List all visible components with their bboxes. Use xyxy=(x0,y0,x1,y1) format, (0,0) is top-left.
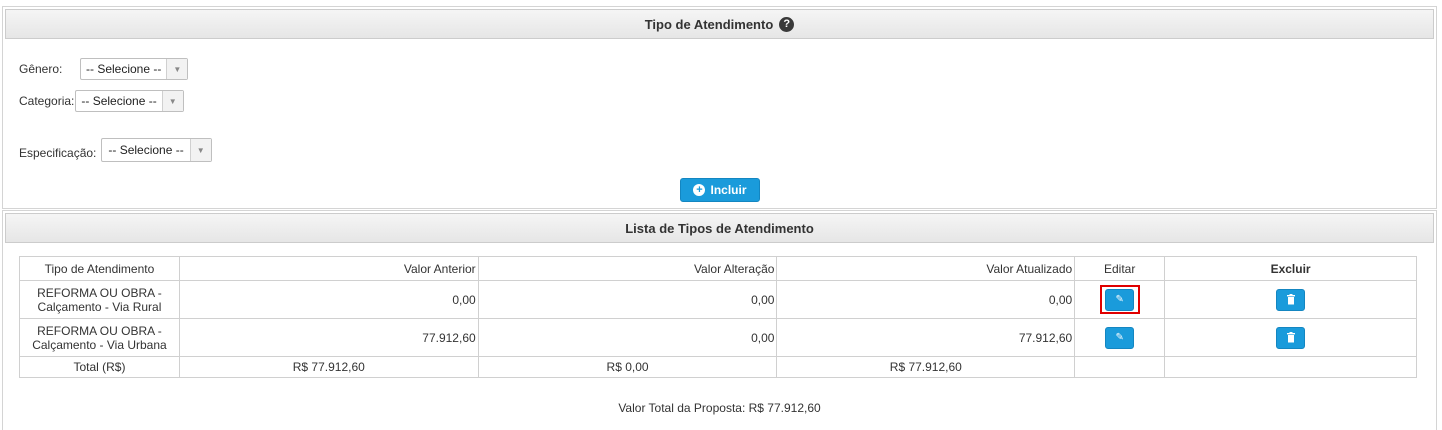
total-editar-empty xyxy=(1074,356,1166,378)
valor-anterior-cell: 77.912,60 xyxy=(178,318,479,357)
categoria-row: Categoria: -- Selecione -- ▼ xyxy=(19,90,184,112)
genero-row: Gênero: -- Selecione -- ▼ xyxy=(19,58,189,80)
genero-label: Gênero: xyxy=(19,62,63,76)
total-alteracao: R$ 0,00 xyxy=(477,356,778,378)
table-row: REFORMA OU OBRA - Calçamento - Via Rural… xyxy=(19,280,1417,319)
incluir-label: Incluir xyxy=(710,183,747,197)
pencil-icon: ✎ xyxy=(1115,332,1124,343)
col-header-excluir: Excluir xyxy=(1164,256,1417,281)
valor-total-proposta: Valor Total da Proposta: R$ 77.912,60 xyxy=(618,401,821,415)
especificacao-label: Especificação: xyxy=(19,145,97,160)
especificacao-row: Especificação: -- Selecione -- ▼ xyxy=(19,138,212,162)
col-header-valor-alteracao: Valor Alteração xyxy=(477,256,778,281)
categoria-select-value: -- Selecione -- xyxy=(76,91,163,111)
tipo-cell: REFORMA OU OBRA - Calçamento - Via Rural xyxy=(19,280,180,319)
valor-anterior-cell: 0,00 xyxy=(178,280,479,319)
excluir-cell xyxy=(1164,280,1417,319)
total-excluir-empty xyxy=(1164,356,1417,378)
chevron-down-icon: ▼ xyxy=(190,139,211,161)
genero-select-value: -- Selecione -- xyxy=(81,59,168,79)
total-label: Total (R$) xyxy=(19,356,180,378)
lista-tipos-header: Lista de Tipos de Atendimento xyxy=(5,213,1434,243)
editar-cell: ✎ xyxy=(1074,280,1166,319)
table-header-row: Tipo de Atendimento Valor Anterior Valor… xyxy=(19,256,1417,281)
trash-icon xyxy=(1286,294,1295,305)
valor-atualizado-cell: 77.912,60 xyxy=(776,318,1076,357)
tipo-atendimento-panel: Tipo de Atendimento ? Gênero: -- Selecio… xyxy=(2,6,1437,209)
lista-tipos-title: Lista de Tipos de Atendimento xyxy=(625,220,814,236)
question-circle-icon[interactable]: ? xyxy=(779,16,795,32)
tipo-line: Calçamento - Via Urbana xyxy=(32,337,167,352)
incluir-button[interactable]: + Incluir xyxy=(680,178,760,202)
total-row: Total (R$) R$ 77.912,60 R$ 0,00 R$ 77.91… xyxy=(19,356,1417,378)
chevron-down-icon: ▼ xyxy=(162,91,183,111)
especificacao-select[interactable]: -- Selecione -- ▼ xyxy=(101,138,212,162)
categoria-select[interactable]: -- Selecione -- ▼ xyxy=(75,90,184,112)
editar-cell: ✎ xyxy=(1074,318,1166,357)
pencil-icon: ✎ xyxy=(1115,294,1124,305)
total-anterior: R$ 77.912,60 xyxy=(178,356,479,378)
trash-icon xyxy=(1286,332,1295,343)
table-row: REFORMA OU OBRA - Calçamento - Via Urban… xyxy=(19,318,1417,357)
edit-button[interactable]: ✎ xyxy=(1105,326,1135,349)
tipo-cell: REFORMA OU OBRA - Calçamento - Via Urban… xyxy=(19,318,180,357)
edit-highlight-box: ✎ xyxy=(1099,285,1140,314)
col-header-valor-anterior: Valor Anterior xyxy=(178,256,479,281)
edit-button[interactable]: ✎ xyxy=(1105,288,1135,311)
lista-tipos-panel: Lista de Tipos de Atendimento Tipo de At… xyxy=(2,210,1437,430)
categoria-label: Categoria: xyxy=(19,94,75,108)
col-header-tipo: Tipo de Atendimento xyxy=(19,256,180,281)
tipo-line: REFORMA OU OBRA - xyxy=(37,285,162,300)
delete-button[interactable] xyxy=(1276,288,1306,311)
valor-alteracao-cell: 0,00 xyxy=(477,280,778,319)
plus-circle-icon: + xyxy=(693,184,706,196)
excluir-cell xyxy=(1164,318,1417,357)
delete-button[interactable] xyxy=(1276,326,1306,349)
tipos-table: Tipo de Atendimento Valor Anterior Valor… xyxy=(19,256,1417,378)
especificacao-select-value: -- Selecione -- xyxy=(102,139,191,161)
valor-atualizado-cell: 0,00 xyxy=(776,280,1076,319)
genero-select[interactable]: -- Selecione -- ▼ xyxy=(80,58,189,80)
tipo-atendimento-header: Tipo de Atendimento ? xyxy=(5,9,1434,39)
valor-alteracao-cell: 0,00 xyxy=(477,318,778,357)
tipo-atendimento-title: Tipo de Atendimento xyxy=(644,16,774,32)
col-header-valor-atualizado: Valor Atualizado xyxy=(776,256,1076,281)
col-header-editar: Editar xyxy=(1074,256,1166,281)
tipo-line: REFORMA OU OBRA - xyxy=(37,323,162,338)
chevron-down-icon: ▼ xyxy=(167,59,188,79)
total-atualizado: R$ 77.912,60 xyxy=(776,356,1076,378)
tipo-line: Calçamento - Via Rural xyxy=(37,299,162,314)
